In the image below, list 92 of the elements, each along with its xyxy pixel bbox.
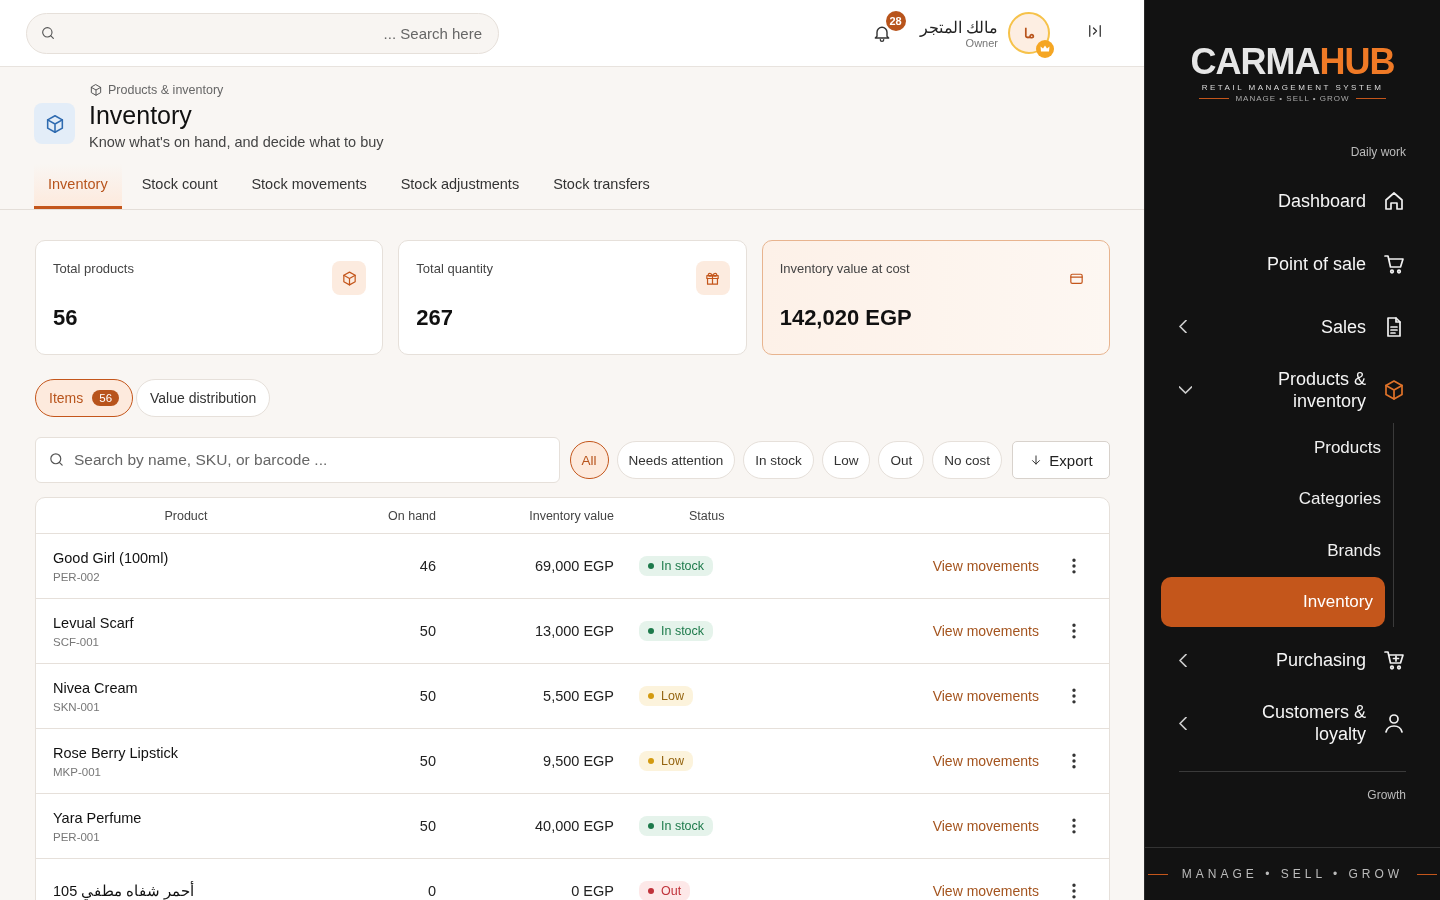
filter-chip[interactable]: No cost [932, 441, 1002, 479]
column-header: Status [688, 508, 726, 523]
footer-motto: MANAGE • SELL • GROW [1181, 867, 1404, 881]
tab[interactable]: Stock movements [237, 164, 381, 209]
breadcrumb[interactable]: Products & inventory [108, 83, 224, 97]
on-hand-cell-text: 50 [418, 753, 436, 769]
search-icon [48, 451, 65, 468]
nav-item[interactable]: Purchasing [1215, 649, 1366, 671]
tab[interactable]: Stock transfers [539, 164, 664, 209]
filter-chip[interactable]: In stock [743, 441, 814, 479]
notification-badge: 28 [885, 11, 906, 31]
search-field[interactable]: Search by name, SKU, or barcode ... [35, 437, 560, 483]
status-badge: In stock [639, 816, 714, 836]
nav-item[interactable]: Dashboard [1215, 189, 1366, 212]
value-cell-text: 69,000 EGP [534, 558, 614, 574]
status-badge: In stock [639, 621, 714, 641]
product-name: Good Girl (100ml) [53, 549, 170, 566]
nav-item[interactable]: Customers & loyalty [1215, 701, 1366, 745]
status-badge: Low [639, 686, 693, 706]
stat-label: Total products [53, 261, 134, 276]
product-sku: MKP-001 [53, 765, 102, 778]
user-name: مالك المتجر [919, 17, 998, 37]
user-icon [1382, 711, 1406, 735]
search-icon [40, 24, 56, 41]
on-hand-cell-text: 50 [418, 623, 436, 639]
view-movements-link[interactable]: View movements [932, 818, 1039, 834]
nav-subitem[interactable]: Brands [1161, 525, 1393, 576]
export-button[interactable]: Export [1012, 441, 1110, 479]
on-hand-cell-text: 0 [426, 883, 436, 899]
column-header: On hand [387, 508, 436, 523]
view-movements-link[interactable]: View movements [932, 623, 1039, 639]
on-hand-cell-text: 50 [418, 818, 436, 834]
view-movements-link[interactable]: View movements [932, 688, 1039, 704]
view-movements-link[interactable]: View movements [932, 558, 1039, 574]
page-title: Inventory [89, 101, 193, 130]
product-name: Levual Scarf [53, 614, 135, 631]
brand-logo: CARMAHUB [1190, 44, 1395, 80]
product-name: أحمر شفاه مطفي 105 [53, 883, 196, 899]
view-movements-link[interactable]: View movements [932, 753, 1039, 769]
box-icon [1382, 377, 1406, 402]
product-name: Nivea Cream [53, 679, 139, 696]
cart-plus-icon [1382, 648, 1406, 672]
nav-item[interactable]: Point of sale [1215, 252, 1366, 275]
stat-value: 56 [53, 305, 79, 331]
value-cell-text: 40,000 EGP [534, 818, 614, 834]
page-subtitle: Know what's on hand, and decide what to buy [89, 134, 384, 150]
section-label: Daily work [1349, 145, 1406, 159]
tab[interactable]: Stock adjustments [386, 164, 534, 209]
on-hand-cell-text: 50 [418, 688, 436, 704]
logo-tagline: RETAIL MANAGEMENT SYSTEM [1201, 83, 1384, 92]
product-name: Yara Perfume [53, 809, 143, 826]
view-toggle[interactable]: Items 56 [35, 379, 134, 417]
status-badge: In stock [639, 556, 714, 576]
value-cell-text: 13,000 EGP [534, 623, 614, 639]
status-badge: Out [639, 881, 691, 900]
stat-label: Total quantity [416, 261, 493, 276]
product-sku: SCF-001 [53, 635, 101, 648]
box-icon [340, 269, 358, 287]
product-name: Rose Berry Lipstick [53, 744, 179, 761]
nav-item[interactable]: Products & inventory [1215, 367, 1366, 412]
nav-subitem[interactable]: Products [1161, 422, 1393, 473]
view-movements-link[interactable]: View movements [932, 883, 1039, 899]
filter-chip[interactable]: Needs attention [616, 441, 736, 479]
tab[interactable]: Stock count [127, 164, 232, 209]
column-header: Inventory value [528, 508, 614, 523]
filter-chip[interactable]: Out [878, 441, 925, 479]
box-icon [89, 83, 103, 97]
on-hand-cell-text: 46 [418, 558, 436, 574]
column-header: Product [163, 508, 209, 523]
section-label: Growth [1366, 787, 1406, 802]
filter-chip[interactable]: Low [821, 441, 871, 479]
value-cell-text: 9,500 EGP [542, 753, 614, 769]
filter-chip[interactable]: All [569, 441, 609, 479]
product-sku: PER-002 [53, 570, 101, 583]
nav-subitem[interactable]: Inventory [1161, 577, 1385, 627]
count-badge: 56 [92, 390, 120, 406]
product-sku: PER-001 [53, 830, 101, 843]
user-role: Owner [964, 36, 998, 49]
value-cell-text: 0 EGP [570, 883, 614, 899]
search-field[interactable]: ... Search here [26, 12, 499, 54]
stat-label: Inventory value at cost [779, 261, 910, 276]
product-sku: SKN-001 [53, 700, 101, 713]
view-toggle[interactable]: Value distribution [136, 379, 271, 417]
logo-motto: MANAGE • SELL • GROW [1235, 94, 1350, 103]
crown-icon [1036, 40, 1054, 58]
stat-value: 267 [416, 305, 455, 331]
value-cell-text: 5,500 EGP [542, 688, 614, 704]
collapse-sidebar-icon [1086, 22, 1104, 40]
nav-subitem[interactable]: Categories [1161, 474, 1393, 524]
status-badge: Low [639, 751, 693, 771]
nav-item[interactable]: Sales [1215, 315, 1366, 338]
stat-value: 142,020 EGP [779, 305, 913, 331]
